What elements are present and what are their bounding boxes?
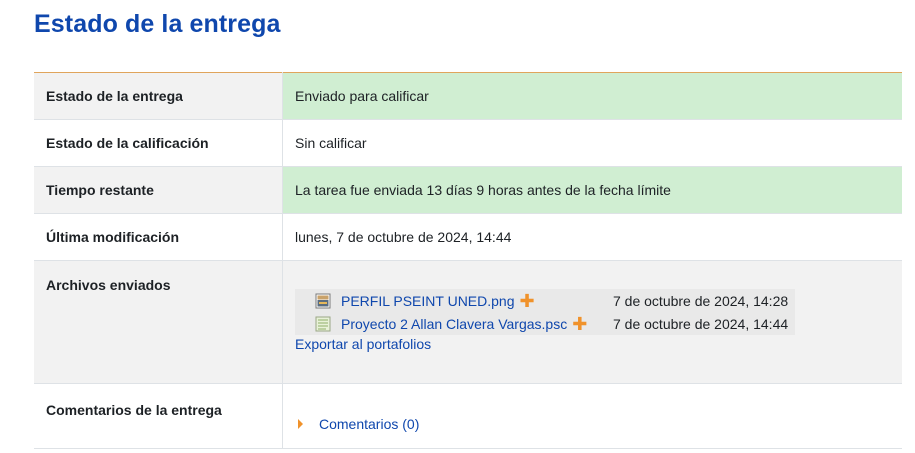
row-label-last-modified: Última modificación [34,213,283,261]
row-label-grading-status: Estado de la calificación [34,119,283,167]
submission-status-value: Enviado para calificar [282,72,902,120]
text-file-icon [315,316,331,331]
row-label-time-remaining: Tiempo restante [34,166,283,214]
table-row: Estado de la calificación Sin calificar [34,119,902,167]
time-remaining-value: La tarea fue enviada 13 días 9 horas ant… [282,166,902,214]
table-row: Archivos enviados PERFIL PSEINT UNED.png… [34,260,902,384]
file-date: 7 de octubre de 2024, 14:28 [613,292,789,309]
last-modified-value: lunes, 7 de octubre de 2024, 14:44 [295,229,512,245]
row-label-submission-status: Estado de la entrega [34,72,283,120]
caret-right-icon[interactable] [298,419,303,429]
submission-comments-cell: Comentarios (0) [283,384,903,449]
table-row: Comentarios de la entrega Comentarios (0… [34,383,903,449]
file-link-perfil-pseint[interactable]: PERFIL PSEINT UNED.png [341,293,515,309]
grading-status-value: Sin calificar [295,135,367,151]
table-row: Estado de la entrega Enviado para califi… [34,72,902,120]
row-label-submitted-files: Archivos enviados [34,260,283,384]
file-date: 7 de octubre de 2024, 14:44 [613,315,789,332]
add-icon[interactable]: ✚ [520,292,535,310]
file-link-proyecto-2[interactable]: Proyecto 2 Allan Clavera Vargas.psc [341,316,567,332]
file-item: PERFIL PSEINT UNED.png ✚ 7 de octubre de… [295,289,795,312]
image-file-icon [315,293,331,308]
file-item: Proyecto 2 Allan Clavera Vargas.psc ✚ 7 … [295,312,795,335]
submission-status-table: Estado de la entrega Enviado para califi… [34,72,902,449]
add-icon[interactable]: ✚ [572,315,587,333]
submitted-files-cell: PERFIL PSEINT UNED.png ✚ 7 de octubre de… [282,260,902,384]
table-row: Última modificación lunes, 7 de octubre … [34,213,902,261]
export-portfolio-link[interactable]: Exportar al portafolios [295,336,890,352]
comments-link[interactable]: Comentarios (0) [319,416,419,432]
row-label-submission-comments: Comentarios de la entrega [34,383,283,449]
comments-toggle[interactable]: Comentarios (0) [298,416,890,432]
page-title: Estado de la entrega [34,10,281,38]
file-tree: PERFIL PSEINT UNED.png ✚ 7 de octubre de… [295,289,795,335]
table-row: Tiempo restante La tarea fue enviada 13 … [34,166,902,214]
